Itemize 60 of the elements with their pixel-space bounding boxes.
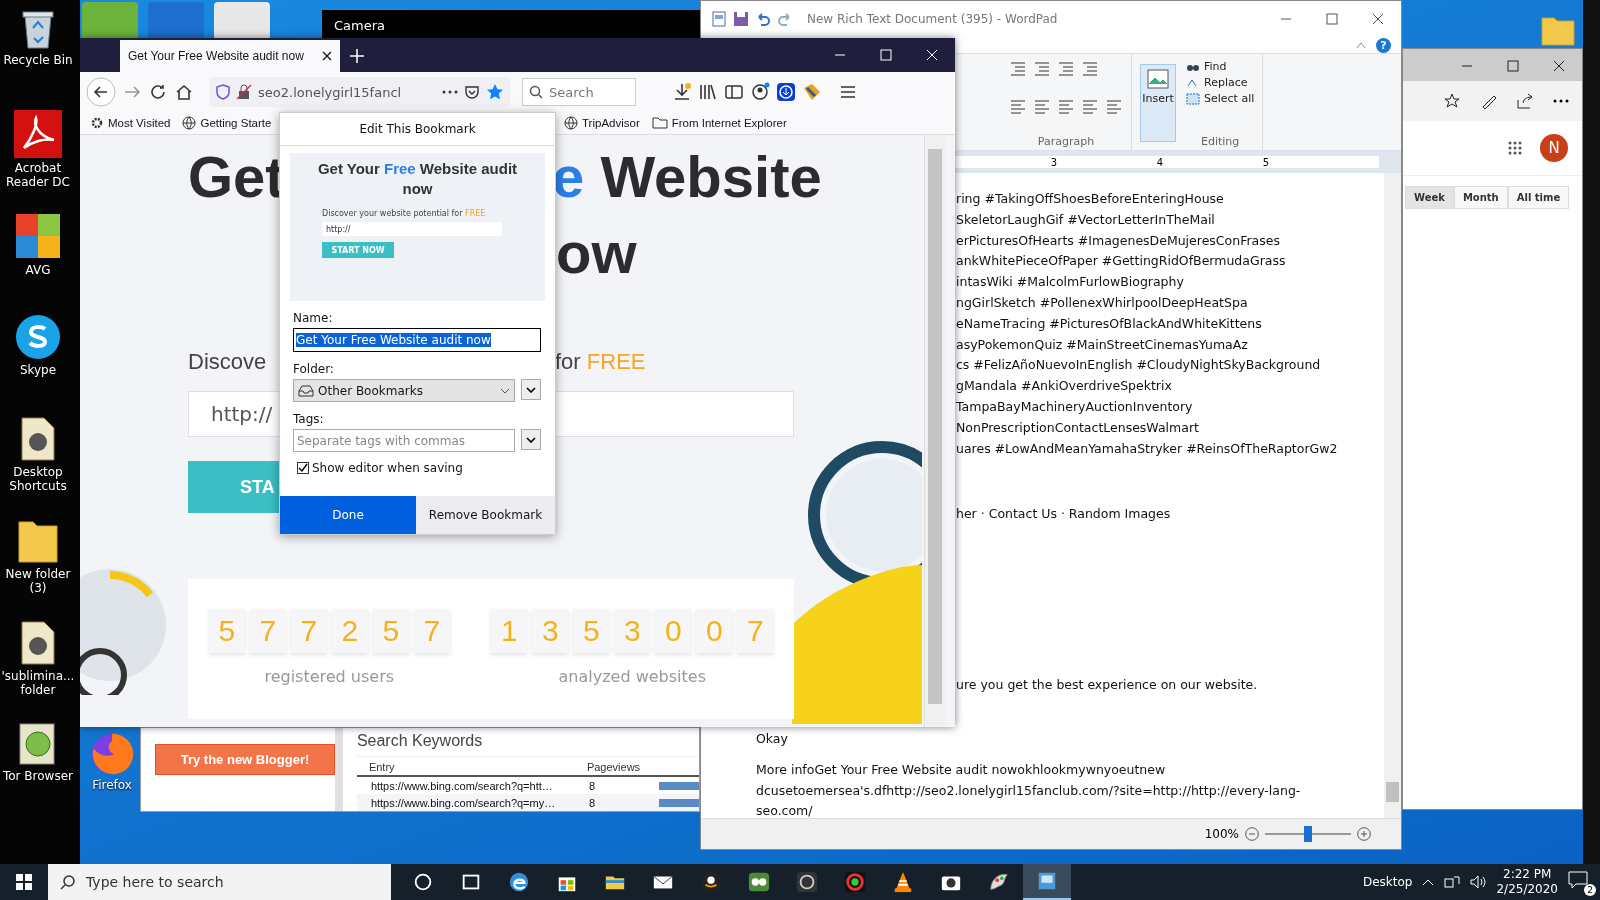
text-line: seo.com/ bbox=[756, 802, 814, 821]
headline: e Website bbox=[552, 145, 822, 209]
text-line: cs #FelizAñoNuevoInEnglish #CloudyNightSkyBackground bbox=[956, 356, 1322, 375]
counter-digit: 7 bbox=[737, 609, 774, 653]
headline: Get bbox=[188, 145, 285, 209]
counter-digit: 3 bbox=[614, 609, 651, 653]
text-line: TampaBayMachineryAuctionInventory bbox=[956, 397, 1194, 416]
table-cell: 8 bbox=[588, 797, 595, 809]
table-cell-text: https://www.bing.com/search?q=htt… bbox=[370, 780, 554, 792]
field-label: Tags: bbox=[293, 412, 325, 426]
text-line: ngGirlSketch #PollenexWhirlpoolDeepHeatSpa bbox=[956, 294, 1249, 312]
counter-digit: 0 bbox=[696, 609, 733, 653]
field-label: Name: bbox=[293, 311, 334, 325]
counter-digit: 5 bbox=[573, 609, 610, 653]
text-line: NonPrescriptionContactLensesWalmart bbox=[956, 418, 1200, 437]
text-line: uares #LowAndMeanYamahaStryker #ReinsOfTheRaptorGw2 bbox=[956, 439, 1339, 458]
counter-label: registered users bbox=[264, 667, 395, 686]
text-line: eNameTracing #PicturesOfBlackAndWhiteKittens bbox=[956, 314, 1263, 333]
text-line: gMandala #AnkiOverdriveSpektrix bbox=[956, 377, 1173, 396]
field-label: Folder: bbox=[293, 362, 335, 376]
group-label: Paragraph bbox=[1036, 135, 1096, 148]
counter-digit: 7 bbox=[249, 609, 286, 653]
counter-digit: 1 bbox=[491, 609, 528, 653]
ruler-number: 3 bbox=[1050, 156, 1058, 168]
window-title: New Rich Text Document (395) - WordPad bbox=[807, 12, 1058, 26]
table-cell: 8 bbox=[588, 780, 595, 792]
text-line: ankWhitePieceOfPaper #GettingRidOfBermudaGrass bbox=[956, 252, 1287, 271]
tagline: Discove bbox=[188, 349, 267, 375]
text-line: dcusetoemersea's.dfhttp://seo2.lonelygirl15fanclub.com/?site=http://http://every-lang- bbox=[756, 781, 1301, 800]
window-title: Camera bbox=[333, 17, 387, 35]
ruler-number: 5 bbox=[1262, 156, 1270, 168]
preview-text: Discover your website potential for FREE bbox=[322, 209, 486, 218]
text-line: More infoGet Your Free Website audit nowokhlookmywnyoeutnew bbox=[756, 760, 1167, 779]
zoom-reading: 100% bbox=[1204, 827, 1239, 841]
tagline: for FREE bbox=[555, 349, 646, 375]
counter-digit: 7 bbox=[290, 609, 327, 653]
text-line: Okay bbox=[756, 730, 789, 748]
text-line: her · Contact Us · Random Images bbox=[956, 505, 1172, 524]
counter-digit: 5 bbox=[372, 609, 409, 653]
column-header: Entry bbox=[368, 761, 396, 773]
text-line: asyPokemonQuiz #MainStreetCinemasYumaAz bbox=[956, 335, 1249, 354]
counter-digit: 0 bbox=[655, 609, 692, 653]
counter-digit: 2 bbox=[331, 609, 368, 653]
text-line: intasWiki #MalcolmFurlowBiography bbox=[956, 273, 1185, 292]
counter-label: analyzed websites bbox=[558, 667, 706, 686]
counter-digit: 3 bbox=[532, 609, 569, 653]
text-line: ure you get the best experience on our website. bbox=[956, 676, 1259, 695]
group-label: Editing bbox=[1200, 135, 1241, 148]
preview-headline: Get Your Free Website audit now bbox=[316, 159, 519, 199]
section-heading: Search Keywords bbox=[356, 732, 484, 751]
text-line: SkeletorLaughGif #VectorLetterInTheMail bbox=[956, 210, 1216, 229]
text-line: erPicturesOfHearts #ImagenesDeMujeresConFrases bbox=[956, 231, 1281, 250]
popup-title: Edit This Bookmark bbox=[359, 122, 476, 136]
ruler-number: 4 bbox=[1156, 156, 1164, 168]
headline: ow bbox=[556, 221, 637, 285]
column-header: Pageviews bbox=[586, 761, 641, 773]
text-line: ring #TakingOffShoesBeforeEnteringHouse bbox=[956, 190, 1225, 208]
table-cell-text: https://www.bing.com/search?q=my… bbox=[370, 797, 557, 809]
counter-digit: 7 bbox=[413, 609, 450, 653]
counter-digit: 5 bbox=[208, 609, 245, 653]
